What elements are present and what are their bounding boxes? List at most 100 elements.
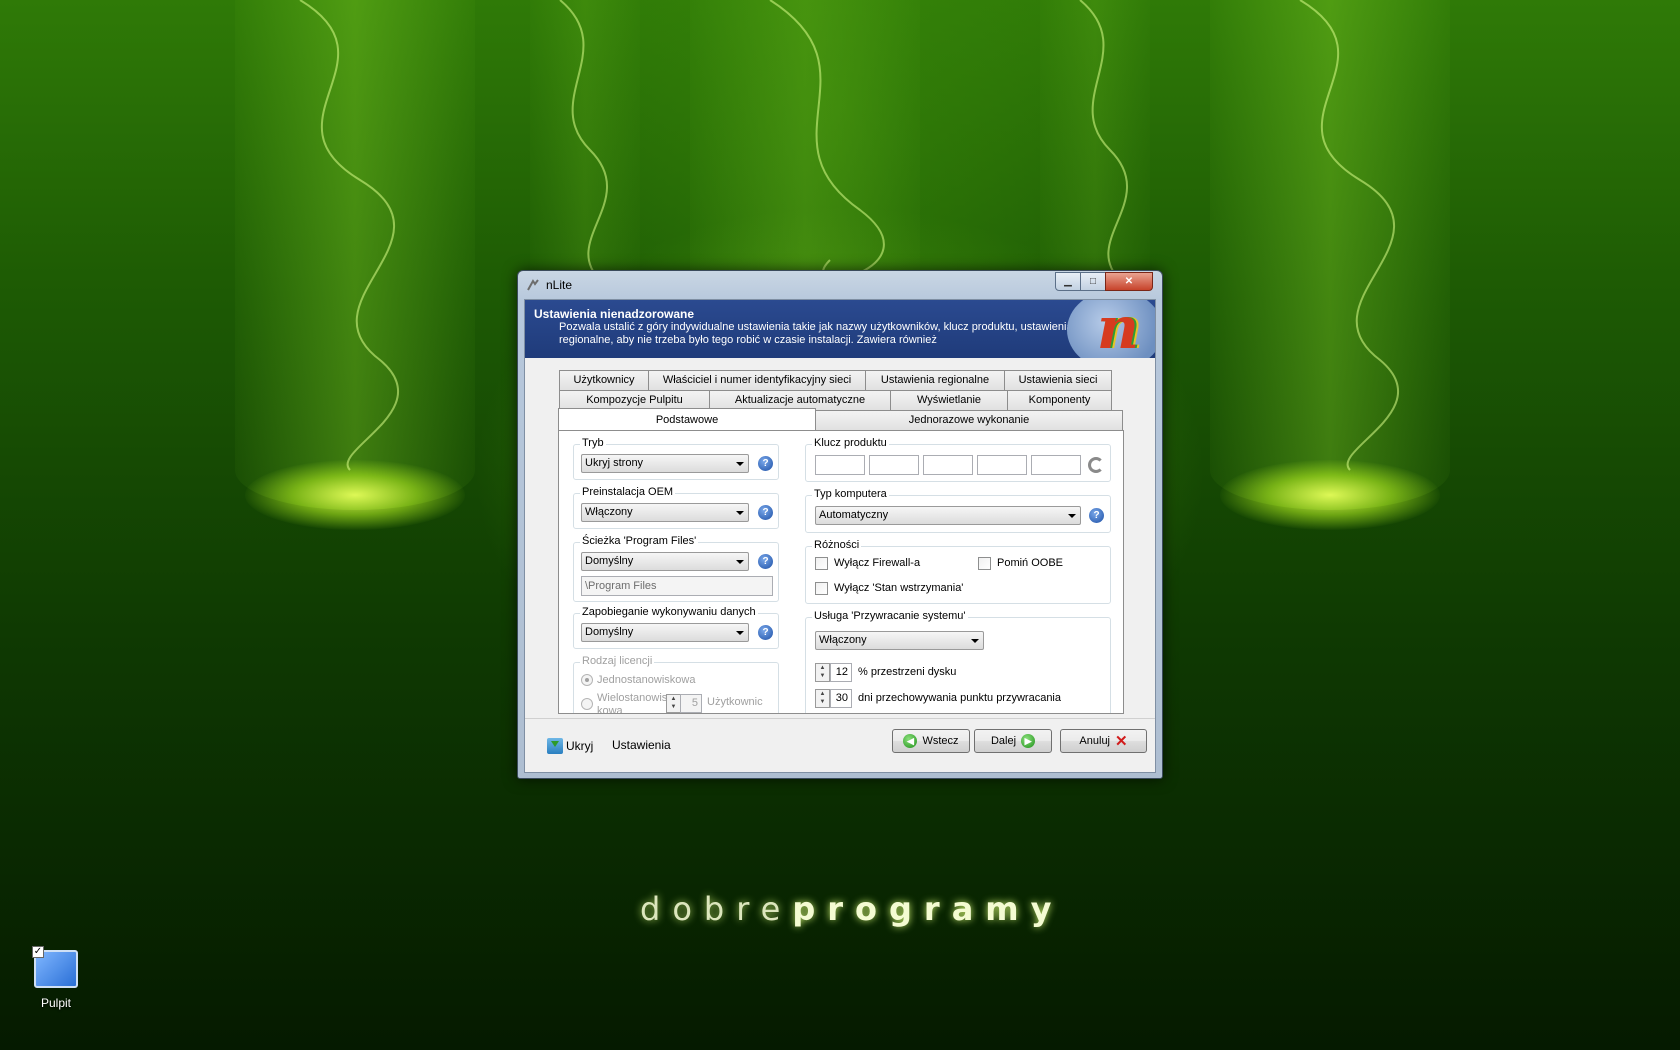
group-title: Usługa 'Przywracanie systemu' (812, 610, 968, 622)
chevron-down-icon (736, 511, 744, 515)
tryb-value: Ukryj strony (585, 457, 644, 469)
help-icon[interactable]: ? (758, 554, 773, 569)
product-key-field-5[interactable] (1031, 455, 1081, 475)
brand-light: dobre (640, 890, 793, 928)
tryb-select[interactable]: Ukryj strony (581, 454, 749, 473)
nlite-logo-letter: n (1096, 300, 1139, 358)
license-count-field[interactable]: 5 (680, 694, 702, 713)
close-icon: ✕ (1115, 733, 1128, 750)
dep-value: Domyślny (585, 626, 634, 638)
settings-link[interactable]: Ustawienia (612, 738, 671, 752)
restore-days-label: dni przechowywania punktu przywracania (858, 692, 1061, 704)
group-tryb: Tryb Ukryj strony ? (573, 437, 779, 480)
program-files-select[interactable]: Domyślny (581, 552, 749, 571)
disk-percent-field[interactable]: 12 (830, 663, 852, 682)
group-oem: Preinstalacja OEM Włączony ? (573, 486, 779, 529)
hide-label: Ukryj (566, 739, 594, 753)
window-title: nLite (546, 278, 573, 292)
tab-ustawienia-regionalne[interactable]: Ustawienia regionalne (865, 370, 1005, 390)
refresh-icon[interactable] (1088, 457, 1104, 473)
product-key-field-3[interactable] (923, 455, 973, 475)
download-icon (547, 738, 563, 754)
cancel-button[interactable]: Anuluj ✕ (1060, 729, 1147, 753)
tab-wlasciciel[interactable]: Właściciel i numer identyfikacyjny sieci (648, 370, 866, 390)
product-key-field-1[interactable] (815, 455, 865, 475)
oem-select[interactable]: Włączony (581, 503, 749, 522)
next-button[interactable]: Dalej ▶ (974, 729, 1052, 753)
help-icon[interactable]: ? (758, 456, 773, 471)
product-key-field-4[interactable] (977, 455, 1027, 475)
license-single-radio[interactable] (581, 674, 593, 686)
help-icon[interactable]: ? (758, 505, 773, 520)
dep-select[interactable]: Domyślny (581, 623, 749, 642)
license-multi-radio[interactable] (581, 698, 593, 710)
maximize-button[interactable]: □ (1080, 272, 1106, 291)
disable-firewall-checkbox[interactable] (815, 557, 828, 570)
settings-label: Ustawienia (612, 738, 671, 752)
nlite-app-icon (527, 279, 539, 291)
disable-hibernate-label: Wyłącz 'Stan wstrzymania' (834, 582, 964, 594)
disk-percent-spinner[interactable]: ▲ ▼ (815, 663, 830, 682)
skip-oobe-checkbox[interactable] (978, 557, 991, 570)
close-button[interactable]: ✕ (1105, 272, 1153, 291)
chevron-down-icon (736, 462, 744, 466)
cancel-label: Anuluj (1079, 735, 1110, 747)
page-description: Pozwala ustalić z góry indywidualne usta… (559, 321, 1073, 346)
restore-days-spinner[interactable]: ▲ ▼ (815, 689, 830, 708)
desktop-icon-label: Pulpit (40, 996, 72, 1010)
system-restore-value: Włączony (819, 634, 867, 646)
program-files-path-field[interactable]: \Program Files (581, 576, 773, 596)
monitor-icon: ✓ (32, 946, 78, 988)
nlite-window: nLite ▁ □ ✕ Ustawienia nienadzorowane Po… (517, 270, 1163, 779)
chevron-down-icon (1068, 514, 1076, 518)
product-key-field-2[interactable] (869, 455, 919, 475)
minimize-button[interactable]: ▁ (1055, 272, 1081, 291)
group-dep: Zapobieganie wykonywaniu danych Domyślny… (573, 606, 779, 649)
arrow-left-icon: ◀ (903, 734, 918, 748)
license-single-label: Jednostanowiskowa (597, 674, 696, 686)
group-license: Rodzaj licencji Jednostanowiskowa Wielos… (573, 655, 779, 714)
group-computer-type: Typ komputera Automatyczny ? (805, 488, 1111, 533)
tab-kompozycje-pulpitu[interactable]: Kompozycje Pulpitu (559, 390, 710, 410)
license-users-label: Użytkownic (707, 696, 763, 708)
divider (525, 718, 1155, 719)
arrow-right-icon: ▶ (1021, 734, 1036, 748)
group-misc: Różności Wyłącz Firewall-a Pomiń OOBE Wy… (805, 539, 1111, 604)
system-restore-select[interactable]: Włączony (815, 631, 984, 650)
tab-ustawienia-sieci[interactable]: Ustawienia sieci (1004, 370, 1112, 390)
skip-oobe-label: Pomiń OOBE (997, 557, 1064, 569)
tab-komponenty[interactable]: Komponenty (1007, 390, 1112, 410)
group-title: Rodzaj licencji (580, 655, 655, 667)
disable-hibernate-checkbox[interactable] (815, 582, 828, 595)
brand-watermark: dobreprogramy (640, 890, 1051, 928)
disk-percent-label: % przestrzeni dysku (858, 666, 957, 678)
hide-button[interactable]: Ukryj (547, 738, 593, 754)
tab-jednorazowe-wykonanie[interactable]: Jednorazowe wykonanie (815, 410, 1123, 430)
group-product-key: Klucz produktu (805, 437, 1111, 482)
license-multi-label: Wielostanowis kowa (597, 692, 668, 714)
group-title: Różności (812, 539, 862, 551)
group-title: Typ komputera (812, 488, 889, 500)
check-icon: ✓ (32, 946, 44, 958)
tab-uzytkownicy[interactable]: Użytkownicy (559, 370, 649, 390)
chevron-down-icon (971, 639, 979, 643)
disable-firewall-label: Wyłącz Firewall-a (834, 557, 921, 569)
computer-type-select[interactable]: Automatyczny (815, 506, 1081, 525)
tab-aktualizacje[interactable]: Aktualizacje automatyczne (709, 390, 891, 410)
license-count-spinner[interactable]: ▲ ▼ (666, 694, 681, 713)
next-label: Dalej (990, 735, 1017, 747)
footer-bar: Ukryj Ustawienia ◀ Wstecz Dalej ▶ Anuluj… (525, 718, 1155, 772)
group-system-restore: Usługa 'Przywracanie systemu' Włączony ▲… (805, 610, 1111, 713)
title-bar[interactable]: nLite ▁ □ ✕ (518, 271, 1162, 299)
help-icon[interactable]: ? (758, 625, 773, 640)
restore-days-field[interactable]: 30 (830, 689, 852, 708)
tab-podstawowe[interactable]: Podstawowe (558, 408, 816, 430)
chevron-down-icon (736, 631, 744, 635)
desktop-icon-pulpit[interactable]: ✓ Pulpit (24, 946, 88, 1010)
back-button[interactable]: ◀ Wstecz (892, 729, 970, 753)
group-title: Tryb (580, 437, 606, 449)
tab-wyswietlanie[interactable]: Wyświetlanie (890, 390, 1008, 410)
help-icon[interactable]: ? (1089, 508, 1104, 523)
page-heading: Ustawienia nienadzorowane (534, 307, 695, 321)
group-title: Preinstalacja OEM (580, 486, 676, 498)
